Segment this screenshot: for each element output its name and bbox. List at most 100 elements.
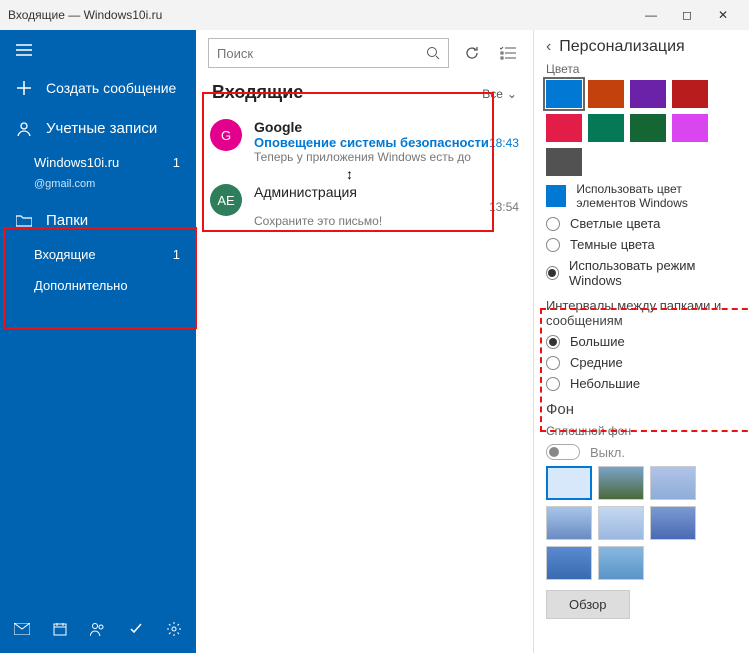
search-input[interactable] [217,46,426,61]
folder-icon [16,213,32,229]
back-button[interactable]: ‹ [546,38,551,56]
theme-label: Использовать режим Windows [569,258,737,288]
color-swatch[interactable] [672,80,708,108]
radio-icon [546,356,560,370]
theme-dark[interactable]: Темные цвета [546,237,737,252]
spacing-small[interactable]: Небольшие [546,376,737,391]
mail-button[interactable] [6,613,38,645]
close-button[interactable]: ✕ [705,8,741,22]
folder-label: Дополнительно [34,278,128,293]
message-preview: Теперь у приложения Windows есть до [254,150,519,164]
color-swatch[interactable] [672,114,708,142]
background-toggle[interactable]: Выкл. [546,444,737,460]
plus-icon [16,80,32,96]
message-item[interactable]: АЕ Администрация 13:54 Сохраните это пис… [196,174,533,238]
compose-label: Создать сообщение [46,80,176,96]
pane-title: Персонализация [559,38,684,56]
pane-header: ‹ Персонализация [546,38,737,56]
message-preview: Сохраните это письмо! [254,214,519,228]
account-item[interactable]: Windows10i.ru 1 [0,147,196,178]
search-toolbar [196,30,533,72]
search-icon [426,46,440,60]
window-title: Входящие — Windows10i.ru [8,8,633,22]
sidebar: Создать сообщение Учетные записи Windows… [0,30,196,653]
avatar: G [210,119,242,151]
todo-button[interactable] [120,613,152,645]
titlebar: Входящие — Windows10i.ru — ◻ ✕ [0,0,749,30]
bg-thumb[interactable] [546,546,592,580]
account-email: @gmail.com [34,178,95,190]
color-swatch[interactable] [546,114,582,142]
calendar-button[interactable] [44,613,76,645]
folder-count: 1 [173,247,180,262]
avatar: АЕ [210,184,242,216]
folders-label: Папки [46,212,88,229]
spacing-option-label: Средние [570,355,623,370]
color-swatch[interactable] [630,80,666,108]
color-swatch[interactable] [546,80,582,108]
theme-label: Темные цвета [570,237,655,252]
spacing-large[interactable]: Большие [546,334,737,349]
spacing-option-label: Большие [570,334,625,349]
accounts-section[interactable]: Учетные записи [0,106,196,147]
bg-thumb[interactable] [598,466,644,500]
message-time: 13:54 [489,200,519,214]
message-from: Google [254,119,302,135]
refresh-button[interactable] [459,40,485,66]
hamburger-button[interactable] [0,30,196,70]
search-box[interactable] [208,38,449,68]
bg-thumb[interactable] [598,506,644,540]
chevron-down-icon: ⌄ [507,87,517,101]
use-accent-label: Использовать цвет элементов Windows [576,182,737,210]
spacing-label: Интервалы между папками и сообщениям [546,298,737,328]
folder-more[interactable]: Дополнительно [0,270,196,301]
minimize-button[interactable]: — [633,8,669,22]
message-list-pane: Входящие Все ⌄ G Google Оповещение систе… [196,30,534,653]
background-sublabel: Сплошной фон [546,424,737,438]
toggle-label: Выкл. [590,445,625,460]
filter-label: Все [482,87,503,101]
radio-icon [546,335,560,349]
filter-dropdown[interactable]: Все ⌄ [482,87,517,101]
folders-section[interactable]: Папки [0,198,196,239]
message-body: Google Оповещение системы безопасности 1… [254,119,519,164]
people-button[interactable] [82,613,114,645]
color-swatch[interactable] [588,114,624,142]
bg-thumb[interactable] [598,546,644,580]
message-body: Администрация 13:54 Сохраните это письмо… [254,184,519,228]
color-swatch[interactable] [588,80,624,108]
bg-thumb[interactable] [546,506,592,540]
background-label: Фон [546,401,737,418]
use-windows-accent[interactable]: Использовать цвет элементов Windows [546,182,737,210]
accent-swatch-icon [546,185,566,207]
bg-thumb[interactable] [650,466,696,500]
browse-button[interactable]: Обзор [546,590,630,619]
account-name: Windows10i.ru [34,155,119,170]
background-thumbs [546,466,737,580]
color-swatch[interactable] [630,114,666,142]
colors-label: Цвета [546,62,737,76]
theme-windows[interactable]: Использовать режим Windows [546,258,737,288]
radio-icon [546,238,560,252]
folder-inbox[interactable]: Входящие 1 [0,239,196,270]
theme-light[interactable]: Светлые цвета [546,216,737,231]
message-from: Администрация [254,184,357,200]
account-email-row: @gmail.com [0,178,196,198]
settings-button[interactable] [158,613,190,645]
color-swatch[interactable] [546,148,582,176]
message-item[interactable]: G Google Оповещение системы безопасности… [196,109,533,174]
radio-icon [546,266,559,280]
compose-button[interactable]: Создать сообщение [0,70,196,106]
list-title: Входящие [212,82,303,103]
sidebar-bottom-bar [0,605,196,653]
toggle-switch-icon [546,444,580,460]
spacing-medium[interactable]: Средние [546,355,737,370]
message-subject: Оповещение системы безопасности [254,135,489,150]
select-mode-button[interactable] [495,40,521,66]
bg-thumb[interactable] [546,466,592,500]
hamburger-icon [16,42,32,58]
maximize-button[interactable]: ◻ [669,8,705,22]
accounts-label: Учетные записи [46,120,157,137]
bg-thumb[interactable] [650,506,696,540]
message-time: 18:43 [489,136,519,150]
